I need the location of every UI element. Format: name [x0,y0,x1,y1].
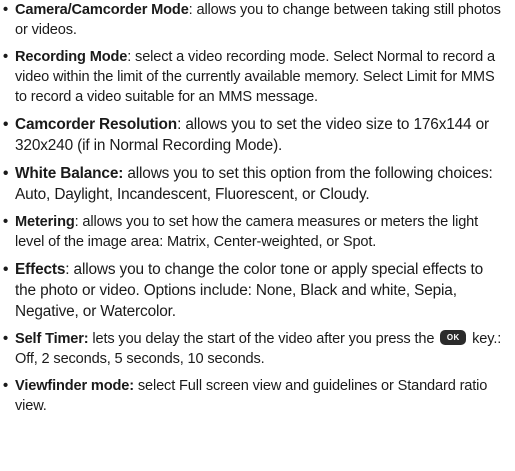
item-description: : allows you to change the color tone or… [15,261,484,320]
item-term: Metering [15,214,75,230]
camcorder-options-list: Camera/Camcorder Mode : allows you to cha… [0,0,507,416]
item-term: Effects [15,261,66,278]
item-description-before-key: lets you delay the start of the video af… [88,331,439,347]
list-item-camera-camcorder-mode: Camera/Camcorder Mode: allows you to cha… [0,0,507,40]
list-item-metering: Metering: allows you to set how the came… [0,212,507,252]
list-item-self-timer: Self Timer: lets you delay the start of … [0,329,507,369]
item-term: Camcorder Resolution [15,116,178,133]
item-term: Camera/Camcorder Mode [15,2,189,18]
list-item-viewfinder-mode: Viewfinder mode: select Full screen view… [0,376,507,416]
item-term: White Balance: [15,165,124,182]
ok-key-icon: OK [440,330,467,346]
list-item-camcorder-resolution: Camcorder Resolution: allows you to set … [0,114,507,156]
item-term: Viewfinder mode: [15,378,134,394]
item-term: Recording Mode [15,49,128,65]
list-item-effects: Effects: allows you to change the color … [0,259,507,322]
item-term: Self Timer: [15,331,89,347]
list-item-recording-mode: Recording Mode: select a video recording… [0,47,507,107]
list-item-white-balance: White Balance: allows you to set this op… [0,163,507,205]
item-description: : allows you to set how the camera measu… [15,214,479,250]
manual-page: Camera/Camcorder Mode : allows you to cha… [0,0,515,471]
